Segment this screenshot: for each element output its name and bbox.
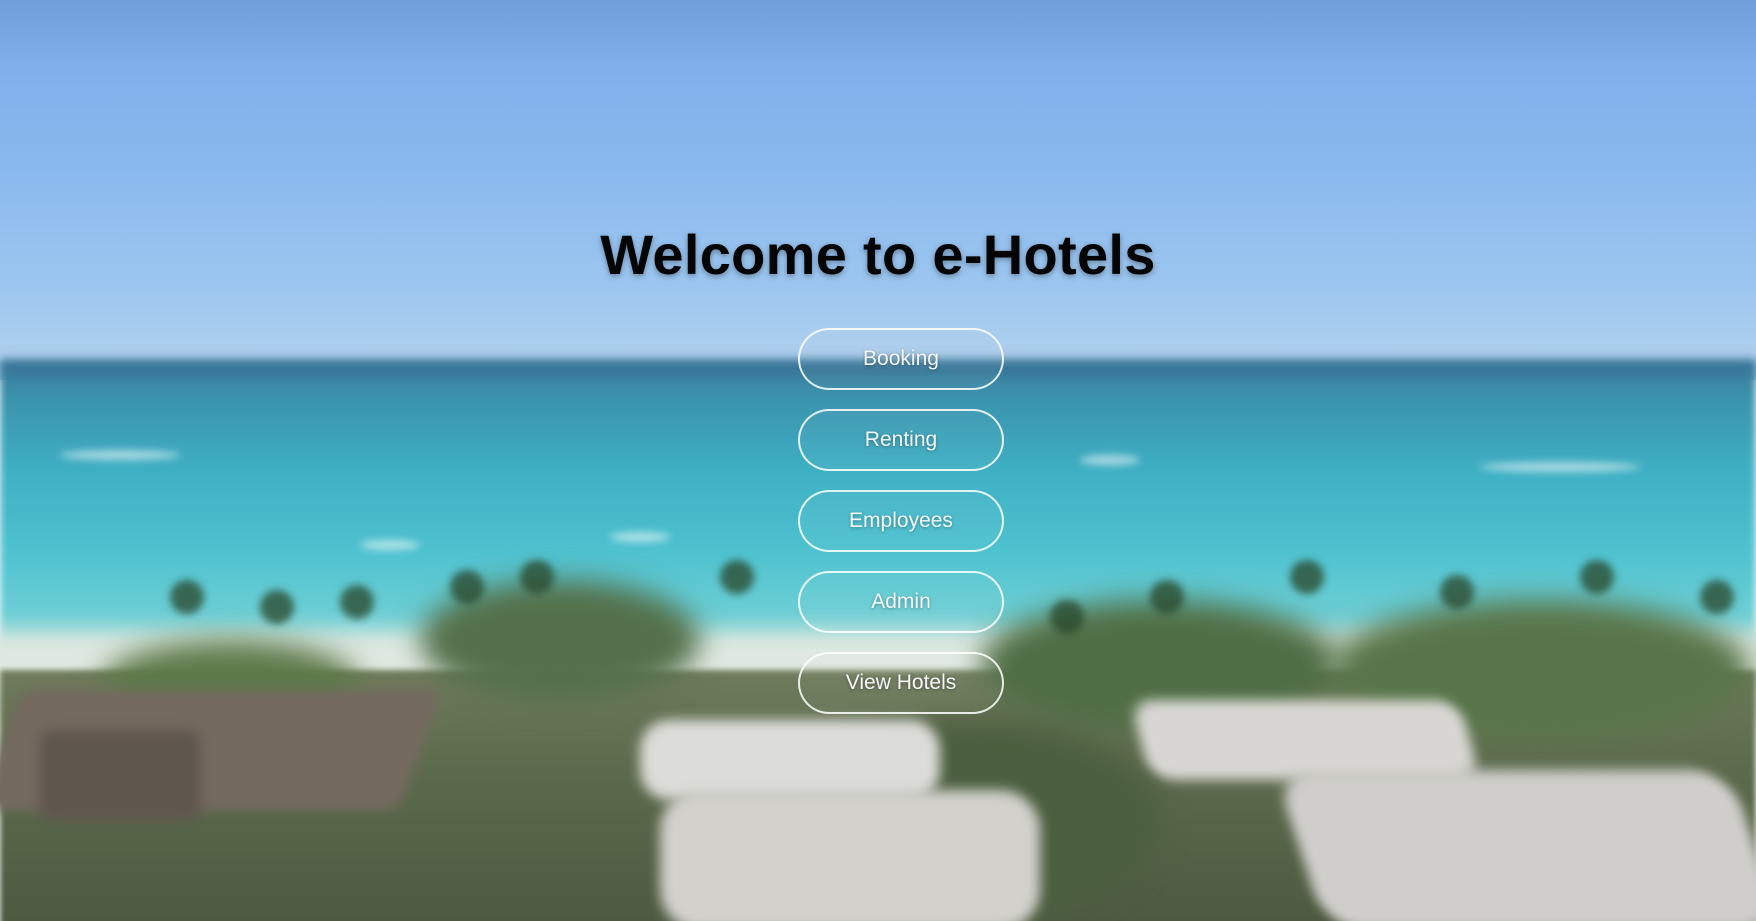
main-menu: Booking Renting Employees Admin View Hot…	[798, 328, 1004, 714]
renting-button[interactable]: Renting	[798, 409, 1004, 471]
employees-button[interactable]: Employees	[798, 490, 1004, 552]
view-hotels-button[interactable]: View Hotels	[798, 652, 1004, 714]
admin-button[interactable]: Admin	[798, 571, 1004, 633]
booking-button[interactable]: Booking	[798, 328, 1004, 390]
landing-overlay: Welcome to e-Hotels Booking Renting Empl…	[0, 0, 1756, 921]
page-title: Welcome to e-Hotels	[600, 223, 1156, 286]
